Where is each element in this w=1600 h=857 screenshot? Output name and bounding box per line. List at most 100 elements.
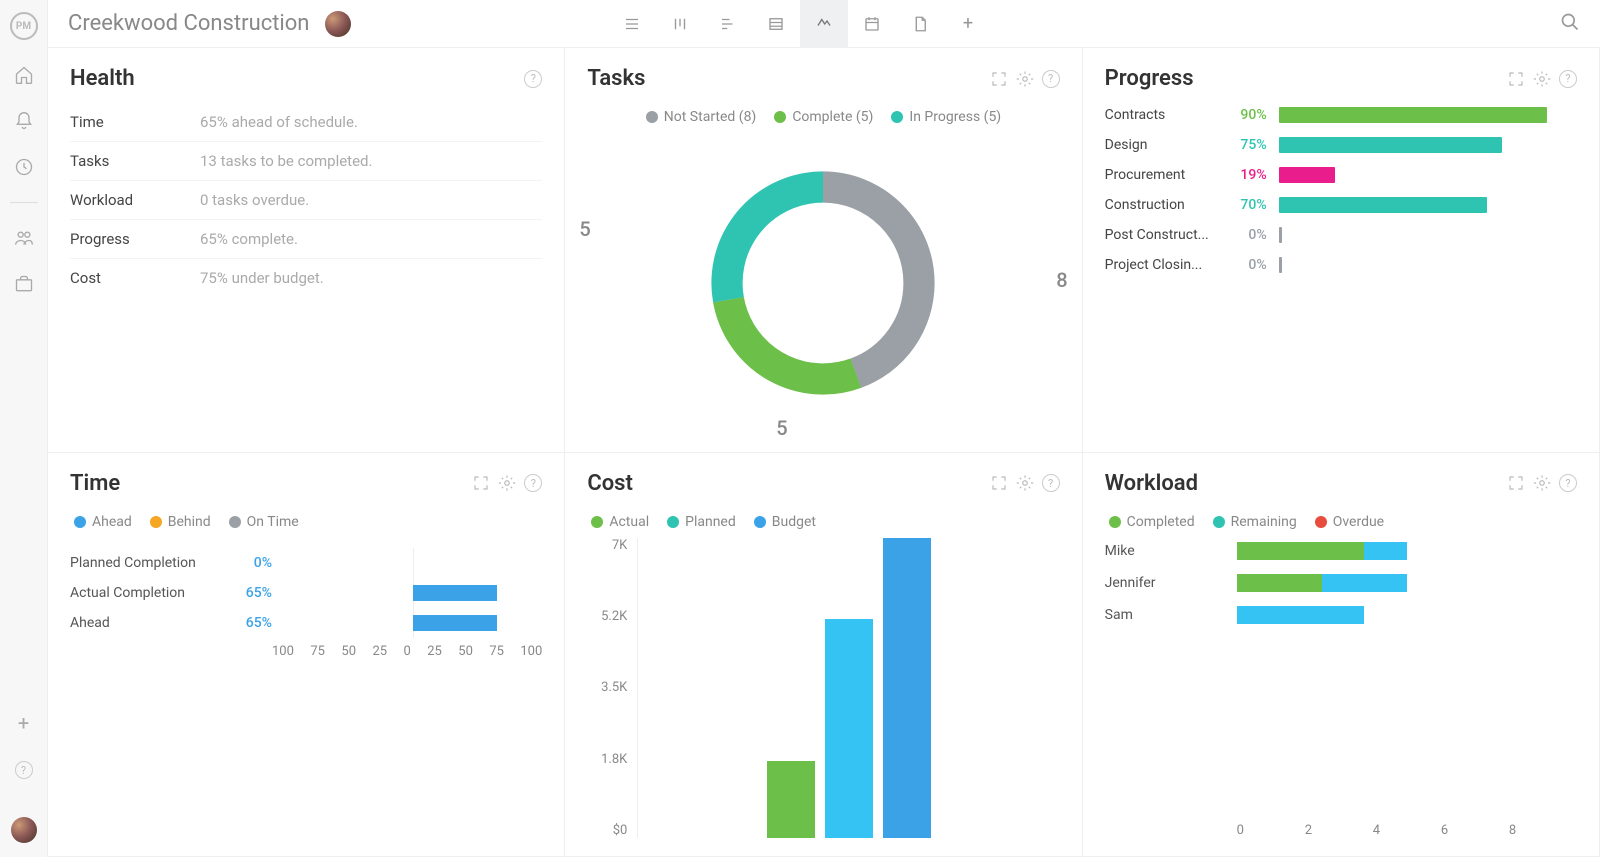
legend-item: Remaining [1213,514,1297,530]
nav-rail: PM + ? [0,0,48,857]
card-title: Health [70,66,135,91]
time-bar [413,615,497,631]
project-avatar[interactable] [325,11,351,37]
health-value: 13 tasks to be completed. [200,152,372,170]
progress-name: Procurement [1105,167,1215,183]
view-dashboard-icon[interactable] [800,0,848,48]
legend-item: Complete (5) [774,109,873,125]
axis-tick: 2 [1305,823,1373,838]
time-row-label: Planned Completion [70,555,220,571]
card-title: Workload [1105,471,1198,496]
progress-pct: 90% [1227,107,1267,123]
rail-divider [10,202,38,203]
cost-bars [637,538,1059,839]
progress-row: Procurement 19% [1105,167,1577,183]
bell-icon[interactable] [13,110,35,132]
app-logo[interactable]: PM [10,12,38,40]
view-calendar-icon[interactable] [848,0,896,48]
time-row-pct: 65% [232,615,272,631]
help-icon[interactable]: ? [1042,70,1060,88]
help-icon[interactable]: ? [1559,474,1577,492]
view-table-icon[interactable] [752,0,800,48]
gear-icon[interactable] [1016,70,1034,88]
people-icon[interactable] [13,227,35,249]
legend-label: Overdue [1333,514,1384,530]
legend-dot [74,516,86,528]
view-files-icon[interactable] [896,0,944,48]
help-icon[interactable]: ? [1559,70,1577,88]
progress-bar [1279,197,1488,213]
axis-tick: 6 [1441,823,1509,838]
workload-bar [1237,606,1577,624]
workload-name: Mike [1105,543,1225,559]
legend-label: Remaining [1231,514,1297,530]
dashboard-grid: Health ? Time65% ahead of schedule.Tasks… [48,48,1600,857]
progress-name: Contracts [1105,107,1215,123]
axis-tick: 8 [1509,823,1577,838]
legend-label: Budget [772,514,816,530]
axis-tick: 1.8K [587,752,627,767]
help-icon[interactable]: ? [13,759,35,781]
gear-icon[interactable] [1533,70,1551,88]
progress-pct: 19% [1227,167,1267,183]
axis-tick: 25 [372,644,387,659]
expand-icon[interactable] [472,474,490,492]
health-value: 75% under budget. [200,269,324,287]
health-row: Workload0 tasks overdue. [70,181,542,220]
time-row-pct: 0% [232,555,272,571]
workload-segment [1237,606,1365,624]
workload-bar [1237,574,1577,592]
axis-tick: 25 [427,644,442,659]
clock-icon[interactable] [13,156,35,178]
expand-icon[interactable] [1507,474,1525,492]
expand-icon[interactable] [1507,70,1525,88]
time-row: Planned Completion 0% [70,548,542,578]
card-progress: Progress ? Contracts 90% Design 75% Proc… [1083,48,1600,453]
donut-label-left: 5 [579,217,590,241]
view-add-icon[interactable]: + [944,0,992,48]
expand-icon[interactable] [990,70,1008,88]
progress-pct: 70% [1227,197,1267,213]
legend-label: Not Started (8) [664,109,757,125]
user-avatar[interactable] [11,817,37,843]
time-bar-track [284,555,542,571]
view-gantt-icon[interactable] [704,0,752,48]
progress-bar [1279,107,1547,123]
time-bar [413,585,497,601]
legend-item: Completed [1109,514,1195,530]
legend-label: In Progress (5) [909,109,1001,125]
search-icon[interactable] [1560,12,1580,36]
progress-row: Contracts 90% [1105,107,1577,123]
view-board-icon[interactable] [656,0,704,48]
legend-dot [667,516,679,528]
health-label: Time [70,113,200,131]
help-icon[interactable]: ? [524,70,542,88]
gear-icon[interactable] [1016,474,1034,492]
help-icon[interactable]: ? [1042,474,1060,492]
progress-bar-track [1279,137,1577,153]
progress-name: Post Construct... [1105,227,1215,243]
home-icon[interactable] [13,64,35,86]
time-row-label: Ahead [70,615,220,631]
briefcase-icon[interactable] [13,273,35,295]
cost-bar [883,538,931,839]
project-title: Creekwood Construction [68,11,309,36]
progress-name: Project Closin... [1105,257,1215,273]
workload-segment [1322,574,1407,592]
help-icon[interactable]: ? [524,474,542,492]
time-legend: AheadBehindOn Time [70,514,542,530]
view-list-icon[interactable] [608,0,656,48]
workload-name: Sam [1105,607,1225,623]
donut-label-bottom: 5 [776,416,787,440]
progress-pct: 0% [1227,257,1267,273]
add-icon[interactable]: + [18,711,29,735]
axis-tick: 0 [1237,823,1305,838]
topbar: Creekwood Construction + [48,0,1600,48]
expand-icon[interactable] [990,474,1008,492]
progress-bar-track [1279,227,1577,243]
health-label: Workload [70,191,200,209]
gear-icon[interactable] [498,474,516,492]
time-row-label: Actual Completion [70,585,220,601]
progress-pct: 75% [1227,137,1267,153]
gear-icon[interactable] [1533,474,1551,492]
